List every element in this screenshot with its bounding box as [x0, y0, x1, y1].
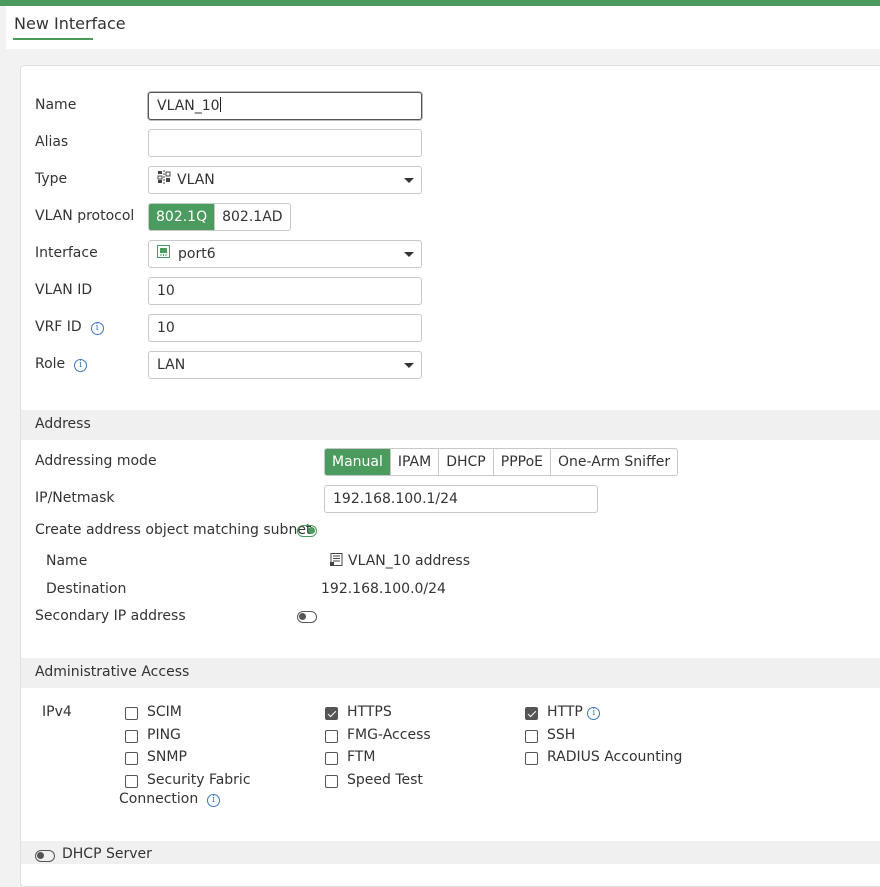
dhcp-server-label: DHCP Server	[62, 846, 152, 862]
admin-access-heading: Administrative Access	[35, 664, 190, 680]
fmg-access-label: FMG-Access	[347, 727, 431, 743]
secondary-ip-toggle[interactable]	[297, 611, 317, 623]
radius-accounting-checkbox[interactable]	[525, 752, 538, 765]
ipv4-label: IPv4	[42, 704, 72, 720]
addressing-mode-dhcp[interactable]: DHCP	[438, 449, 493, 475]
radius-accounting-label: RADIUS Accounting	[547, 749, 683, 765]
interface-label: Interface	[35, 245, 98, 261]
speed-test-label: Speed Test	[347, 772, 423, 788]
addressing-mode-selector: Manual IPAM DHCP PPPoE One-Arm Sniffer	[324, 448, 679, 476]
vlan-icon	[157, 167, 171, 193]
admin-access-section-header: Administrative Access	[21, 658, 880, 688]
ip-netmask-input[interactable]: 192.168.100.1/24	[324, 485, 598, 513]
vrf-id-label: VRF ID i	[35, 319, 104, 335]
secondary-ip-label: Secondary IP address	[35, 608, 186, 624]
address-section-header: Address	[21, 410, 880, 440]
https-checkbox[interactable]	[325, 707, 338, 720]
scim-label: SCIM	[147, 704, 182, 720]
role-select[interactable]: LAN	[148, 351, 422, 379]
vrf-id-input[interactable]: 10	[148, 314, 422, 342]
type-select[interactable]: VLAN	[148, 166, 422, 194]
role-select-value: LAN	[157, 357, 186, 373]
name-input[interactable]: VLAN_10	[148, 92, 422, 120]
info-icon[interactable]: i	[74, 359, 88, 372]
port-icon	[157, 241, 170, 267]
title-underline	[13, 38, 93, 40]
vrf-id-label-text: VRF ID	[35, 319, 82, 335]
ftm-checkbox[interactable]	[325, 752, 338, 765]
address-heading: Address	[35, 416, 91, 432]
role-label: Role i	[35, 356, 88, 372]
interface-select-value: port6	[178, 246, 216, 262]
vlan-id-label: VLAN ID	[35, 282, 93, 298]
create-address-object-toggle[interactable]	[297, 525, 317, 537]
role-label-text: Role	[35, 356, 66, 372]
http-label: HTTP i	[547, 704, 601, 720]
security-fabric-checkbox[interactable]	[125, 775, 138, 788]
dialog-header	[6, 6, 880, 49]
ssh-checkbox[interactable]	[525, 730, 538, 743]
ping-label: PING	[147, 727, 181, 743]
ip-netmask-label: IP/Netmask	[35, 490, 115, 506]
info-icon[interactable]: i	[90, 322, 104, 335]
addressing-mode-manual[interactable]: Manual	[325, 449, 390, 475]
dhcp-server-toggle[interactable]	[35, 850, 55, 862]
interface-select[interactable]: port6	[148, 240, 422, 268]
ping-checkbox[interactable]	[125, 730, 138, 743]
name-label: Name	[35, 97, 77, 113]
info-icon[interactable]: i	[207, 794, 221, 807]
type-label: Type	[35, 171, 68, 187]
snmp-label: SNMP	[147, 749, 187, 765]
ssh-label: SSH	[547, 727, 576, 743]
info-icon[interactable]: i	[587, 707, 601, 720]
ftm-label: FTM	[347, 749, 376, 765]
addressing-mode-one-arm-sniffer[interactable]: One-Arm Sniffer	[550, 449, 677, 475]
chevron-down-icon	[404, 178, 414, 183]
alias-label: Alias	[35, 134, 69, 150]
destination-label: Destination	[46, 581, 127, 597]
chevron-down-icon	[404, 252, 414, 257]
object-name-label: Name	[46, 553, 88, 569]
https-label: HTTPS	[347, 704, 392, 720]
vlan-protocol-selector: 802.1Q 802.1AD	[148, 203, 291, 231]
chevron-down-icon	[404, 363, 414, 368]
addressing-mode-label: Addressing mode	[35, 453, 157, 469]
vlan-protocol-label: VLAN protocol	[35, 208, 135, 224]
name-input-value: VLAN_10	[157, 98, 220, 114]
http-label-text: HTTP	[547, 704, 583, 720]
object-name-value-row: VLAN_10 address	[330, 553, 470, 570]
type-select-value: VLAN	[177, 172, 215, 188]
security-fabric-label-line2-text: Connection	[119, 791, 199, 807]
object-name-value: VLAN_10 address	[348, 553, 471, 569]
fmg-access-checkbox[interactable]	[325, 730, 338, 743]
speed-test-checkbox[interactable]	[325, 775, 338, 788]
security-fabric-label: Security Fabric	[147, 772, 251, 788]
vlan-protocol-option-8021ad[interactable]: 802.1AD	[214, 204, 289, 230]
scim-checkbox[interactable]	[125, 707, 138, 720]
address-object-icon	[330, 553, 344, 570]
vlan-id-input[interactable]: 10	[148, 277, 422, 305]
security-fabric-label-line2: Connection i	[119, 791, 221, 807]
create-address-object-label: Create address object matching subnet	[35, 522, 312, 538]
snmp-checkbox[interactable]	[125, 752, 138, 765]
vlan-protocol-option-8021q[interactable]: 802.1Q	[149, 204, 215, 230]
alias-input[interactable]	[148, 129, 422, 157]
addressing-mode-ipam[interactable]: IPAM	[389, 449, 438, 475]
http-checkbox[interactable]	[525, 707, 538, 720]
addressing-mode-pppoe[interactable]: PPPoE	[492, 449, 550, 475]
text-caret	[219, 97, 221, 112]
dialog-title: New Interface	[14, 14, 126, 33]
destination-value: 192.168.100.0/24	[321, 581, 446, 597]
